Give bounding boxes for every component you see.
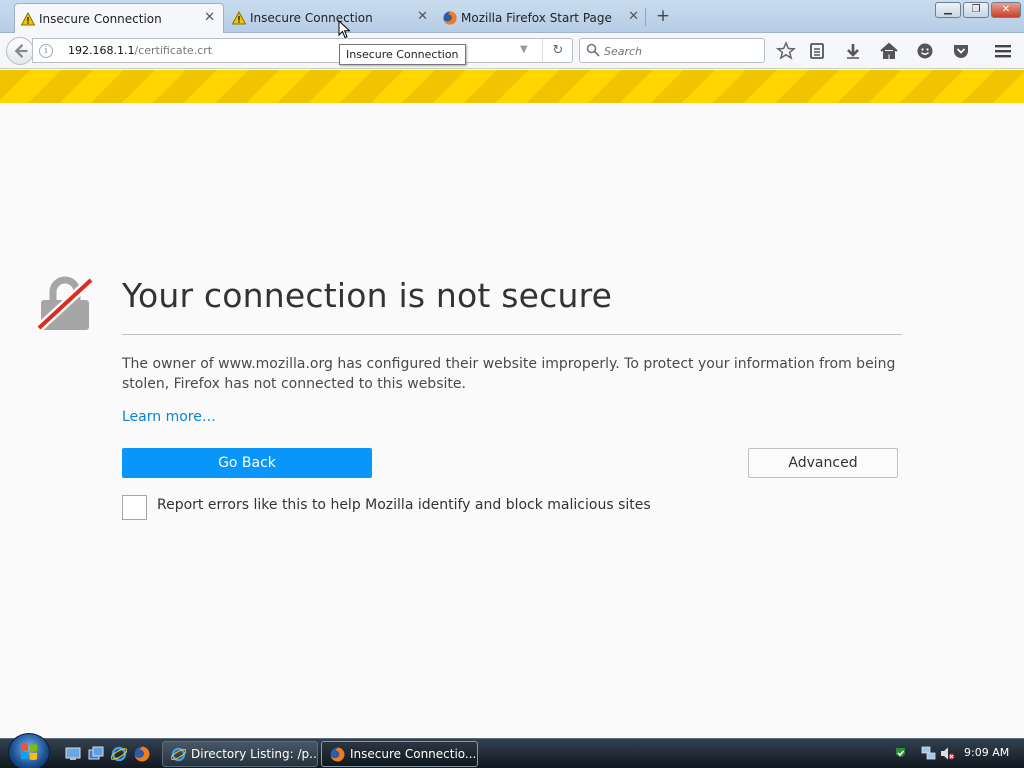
tab-title: Mozilla Firefox Start Page (461, 11, 612, 25)
search-bar[interactable] (579, 38, 765, 63)
ie-icon (171, 747, 186, 762)
reload-icon[interactable]: ↻ (542, 39, 573, 62)
url-path: /certificate.crt (134, 44, 213, 57)
restore-button[interactable]: ❐ (963, 2, 989, 18)
bookmark-star-icon[interactable] (776, 41, 796, 61)
taskbar-insecure-connection[interactable]: Insecure Connectio... (321, 741, 478, 767)
search-input[interactable] (604, 43, 759, 59)
home-icon[interactable] (879, 41, 899, 61)
warning-icon (232, 11, 246, 25)
tab-insecure-connection-2[interactable]: Insecure Connection ✕ (226, 3, 436, 33)
reading-list-icon[interactable] (807, 41, 827, 61)
back-button[interactable] (6, 37, 34, 65)
tab-separator (645, 8, 646, 26)
volume-muted-icon[interactable] (940, 746, 955, 761)
network-icon[interactable] (921, 746, 936, 761)
show-desktop-icon[interactable] (65, 746, 81, 762)
error-description: The owner of www.mozilla.org has configu… (122, 356, 896, 392)
navigation-toolbar: i 192.168.1.1/certificate.crt ▼ ↻ (0, 33, 1024, 69)
close-tab-icon[interactable]: ✕ (204, 11, 215, 25)
close-window-button[interactable]: ✕ (991, 2, 1021, 18)
insecure-warning-stripe (0, 70, 1024, 103)
start-button[interactable] (8, 733, 50, 768)
url-host: 192.168.1.1 (68, 44, 135, 57)
taskbar-button-label: Directory Listing: /p... (191, 747, 318, 761)
windows-taskbar: Directory Listing: /p... Insecure Connec… (0, 733, 1024, 768)
search-icon[interactable] (586, 43, 600, 57)
tab-title: Insecure Connection (39, 11, 162, 26)
close-tab-icon[interactable]: ✕ (417, 10, 428, 24)
mouse-cursor-icon (338, 20, 351, 39)
firefox-icon (330, 747, 345, 762)
downloads-icon[interactable] (843, 41, 863, 61)
menu-icon[interactable] (993, 41, 1013, 61)
learn-more-link[interactable]: Learn more… (122, 409, 216, 425)
hello-icon[interactable] (915, 41, 935, 61)
close-tab-icon[interactable]: ✕ (628, 10, 639, 24)
url-history-dropdown-icon[interactable]: ▼ (520, 44, 528, 55)
taskbar-directory-listing[interactable]: Directory Listing: /p... (162, 741, 318, 767)
tab-strip: Insecure Connection ✕ Insecure Connectio… (0, 0, 1024, 33)
site-info-icon[interactable]: i (39, 44, 53, 58)
tab-insecure-connection-1[interactable]: Insecure Connection ✕ (14, 3, 224, 33)
pocket-icon[interactable] (951, 41, 971, 61)
minimize-button[interactable]: ▁ (935, 2, 961, 18)
switch-windows-icon[interactable] (88, 746, 104, 762)
taskbar-button-label: Insecure Connectio... (350, 747, 477, 761)
error-title: Your connection is not secure (122, 276, 613, 315)
url-bar[interactable]: i 192.168.1.1/certificate.crt ▼ ↻ (32, 38, 573, 63)
title-divider (122, 334, 902, 335)
firefox-icon[interactable] (134, 746, 150, 762)
internet-explorer-icon[interactable] (111, 746, 127, 762)
report-errors-checkbox[interactable] (122, 495, 147, 520)
report-errors-label[interactable]: Report errors like this to help Mozilla … (157, 497, 651, 513)
tab-firefox-start-page[interactable]: Mozilla Firefox Start Page ✕ (437, 3, 647, 33)
security-shield-icon[interactable] (893, 746, 908, 761)
warning-icon (21, 12, 35, 26)
windows-logo-icon (21, 743, 37, 760)
back-arrow-icon (14, 44, 28, 58)
firefox-icon (443, 11, 457, 25)
url-text[interactable]: 192.168.1.1/certificate.crt (68, 44, 212, 57)
new-tab-button[interactable]: + (654, 6, 672, 26)
go-back-button[interactable]: Go Back (122, 448, 372, 478)
tab-title: Insecure Connection (250, 11, 373, 25)
system-clock[interactable]: 9:09 AM (964, 746, 1009, 759)
broken-lock-icon (36, 276, 94, 332)
advanced-button[interactable]: Advanced (748, 448, 898, 478)
tab-tooltip: Insecure Connection (339, 44, 466, 65)
